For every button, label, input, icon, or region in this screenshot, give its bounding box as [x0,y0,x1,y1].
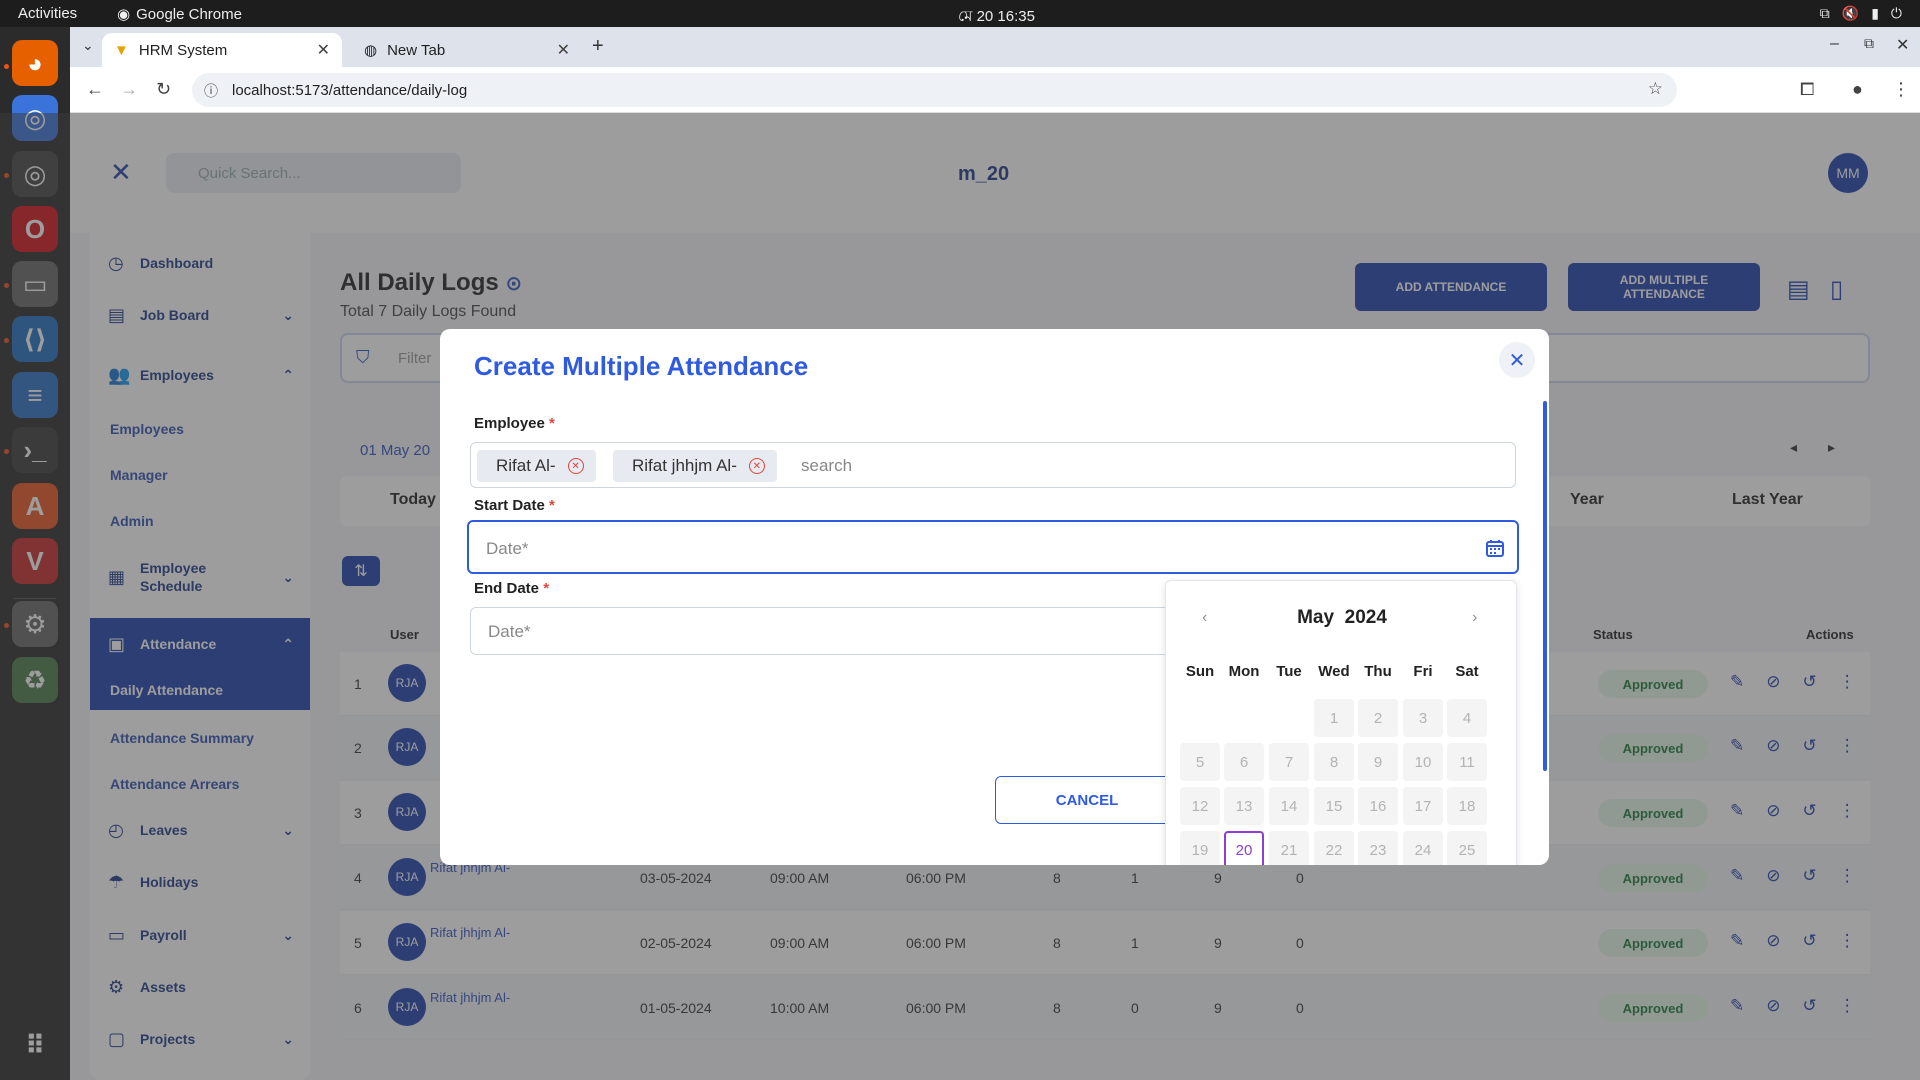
reload-icon[interactable]: ↻ [156,79,171,100]
bookmark-star-icon[interactable]: ☆ [1648,79,1663,99]
close-window-icon[interactable]: ✕ [1896,35,1909,55]
calendar-day-12[interactable]: 12 [1180,787,1220,825]
date-picker-popup: ‹ May 2024 › Sun Mon Tue Wed Thu Fri Sat 1 2 3 4 5 6… [1165,580,1517,865]
modal-scrollbar[interactable] [1543,401,1547,771]
employee-chip: Rifat jhhjm Al- ✕ [613,450,777,482]
calendar-day-22[interactable]: 22 [1314,831,1354,865]
forward-icon[interactable]: → [120,79,138,100]
browser-tab-strip: ⌄ ▼ HRM System ✕ ◍ New Tab ✕ + – ⧉ ✕ [70,27,1920,67]
calendar-icon[interactable] [1485,538,1505,558]
calendar-day-14[interactable]: 14 [1269,787,1309,825]
remove-chip-icon[interactable]: ✕ [748,458,765,474]
volume-icon: 🔇 [1841,5,1860,21]
calendar-day-7[interactable]: 7 [1269,743,1309,781]
weekday-mon: Mon [1228,663,1260,680]
calendar-day-19[interactable]: 19 [1180,831,1220,865]
calendar-day-13[interactable]: 13 [1224,787,1264,825]
tab-new-tab[interactable]: ◍ New Tab ✕ [352,33,582,67]
create-multiple-attendance-modal: Create Multiple Attendance ✕ Employee * … [440,329,1549,865]
close-tab-icon[interactable]: ✕ [557,40,570,60]
calendar-day-24[interactable]: 24 [1403,831,1443,865]
tab-search-icon[interactable]: ⌄ [82,37,94,54]
calendar-day-15[interactable]: 15 [1314,787,1354,825]
calendar-day-25[interactable]: 25 [1447,831,1487,865]
calendar-day-18[interactable]: 18 [1447,787,1487,825]
next-month-icon[interactable]: › [1472,609,1477,627]
maximize-icon[interactable]: ⧉ [1864,35,1874,52]
calendar-day-2[interactable]: 2 [1358,699,1398,737]
power-icon: ⏻ [1890,5,1902,21]
calendar-day-9[interactable]: 9 [1358,743,1398,781]
firefox-icon[interactable]: ◕ [12,40,58,86]
chrome-icon: ◉ [117,6,131,23]
new-tab-icon[interactable]: + [592,35,604,58]
calendar-day-17[interactable]: 17 [1403,787,1443,825]
weekday-tue: Tue [1276,663,1302,680]
employee-search-input[interactable]: search [801,456,852,476]
calendar-day-10[interactable]: 10 [1403,743,1443,781]
menu-icon[interactable]: ⋮ [1892,79,1910,100]
hrm-favicon-icon: ▼ [114,41,129,59]
calendar-day-8[interactable]: 8 [1314,743,1354,781]
modal-title: Create Multiple Attendance [474,351,809,381]
calendar-month-year[interactable]: May 2024 [1166,607,1518,629]
extensions-icon[interactable]: ⧠ [1800,79,1814,100]
site-info-icon[interactable]: ⓘ [204,81,218,101]
remove-chip-icon[interactable]: ✕ [567,458,584,474]
start-date-input[interactable]: Date* [467,520,1519,574]
calendar-day-6[interactable]: 6 [1224,743,1264,781]
close-icon: ✕ [1508,349,1526,372]
start-date-label: Start Date * [474,497,555,514]
weekday-wed: Wed [1318,663,1350,680]
tab-hrm-system[interactable]: ▼ HRM System ✕ [102,33,342,67]
os-top-bar: Activities ◉ Google Chrome মে 20 16:35 ⧉ … [0,0,1920,27]
tab-title: New Tab [387,41,446,59]
employee-multiselect[interactable]: Rifat Al- ✕ Rifat jhhjm Al- ✕ search [470,442,1516,488]
close-tab-icon[interactable]: ✕ [317,40,330,60]
globe-icon: ◍ [364,42,378,59]
calendar-day-3[interactable]: 3 [1403,699,1443,737]
calendar-day-16[interactable]: 16 [1358,787,1398,825]
weekday-fri: Fri [1413,663,1433,680]
address-bar[interactable]: ⓘ localhost:5173/attendance/daily-log ☆ [192,73,1677,107]
browser-toolbar: ← → ↻ ⓘ localhost:5173/attendance/daily-… [70,67,1920,113]
employee-label: Employee * [474,415,555,432]
calendar-day-20[interactable]: 20 [1224,831,1264,865]
profile-icon[interactable]: ● [1852,79,1863,100]
active-app-name: Google Chrome [136,5,242,23]
end-date-label: End Date * [474,580,550,597]
network-icon: ⧉ [1819,5,1830,21]
activities-button[interactable]: Activities [18,5,77,22]
back-icon[interactable]: ← [86,79,104,100]
active-app-indicator[interactable]: ◉ Google Chrome [117,5,242,24]
calendar-day-21[interactable]: 21 [1269,831,1309,865]
calendar-day-11[interactable]: 11 [1447,743,1487,781]
calendar-day-1[interactable]: 1 [1314,699,1354,737]
weekday-sun: Sun [1185,663,1215,680]
calendar-day-5[interactable]: 5 [1180,743,1220,781]
calendar-day-23[interactable]: 23 [1358,831,1398,865]
weekday-sat: Sat [1455,663,1479,680]
system-tray[interactable]: ⧉ 🔇 ▮ ⏻ [1820,5,1902,22]
weekday-thu: Thu [1364,663,1392,680]
tab-title: HRM System [138,41,228,59]
url-text: localhost:5173/attendance/daily-log [232,81,468,99]
calendar-day-4[interactable]: 4 [1447,699,1487,737]
cancel-button[interactable]: CANCEL [995,776,1179,824]
battery-icon: ▮ [1871,5,1879,21]
employee-chip: Rifat Al- ✕ [477,450,596,482]
minimize-icon[interactable]: – [1830,35,1839,53]
close-modal-button[interactable]: ✕ [1499,342,1535,378]
